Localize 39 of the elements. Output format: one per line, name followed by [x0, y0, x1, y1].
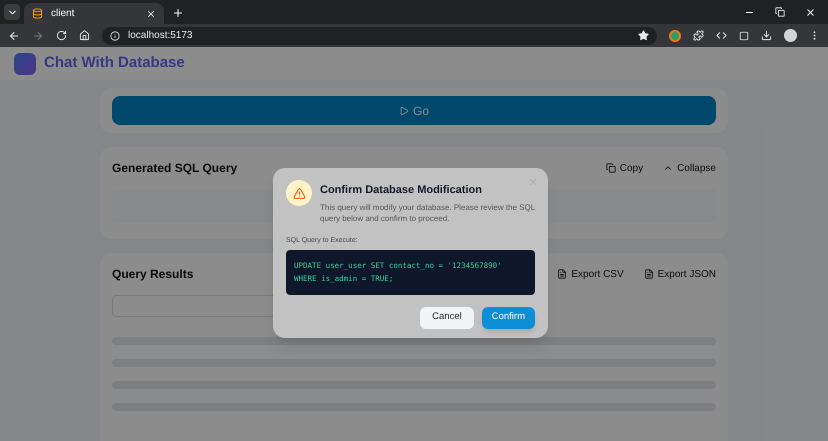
site-info-icon[interactable] [110, 30, 120, 40]
dialog-title: Confirm Database Modification [320, 183, 483, 198]
close-window-icon[interactable] [805, 7, 816, 18]
extension-icon[interactable] [669, 30, 681, 42]
export-csv-button[interactable]: Export CSV [557, 266, 624, 282]
code-icon[interactable] [716, 30, 727, 41]
copy-icon [606, 163, 616, 173]
home-icon[interactable] [79, 30, 90, 41]
file-icon [557, 269, 568, 279]
browser-tab[interactable]: client [24, 3, 164, 24]
restore-icon[interactable] [775, 7, 785, 17]
bookmark-star-icon[interactable] [638, 30, 649, 41]
back-icon[interactable] [8, 30, 20, 42]
reload-icon[interactable] [56, 30, 67, 41]
app-logo-icon [14, 52, 36, 74]
address-bar[interactable]: localhost:5173 [102, 26, 657, 44]
forward-icon[interactable] [32, 30, 44, 42]
download-icon[interactable] [761, 30, 772, 41]
extensions-icon[interactable] [693, 30, 704, 41]
dialog-message: This query will modify your database. Please review the SQL query below and confirm to proceed. [320, 202, 535, 224]
cancel-button[interactable]: Cancel [420, 306, 474, 328]
app-title: Chat With Database [44, 53, 185, 74]
favicon-icon [32, 8, 43, 19]
sql-card-title: Generated SQL Query [112, 160, 238, 177]
file-icon [644, 269, 654, 279]
play-icon [398, 106, 409, 116]
warning-icon [292, 186, 306, 200]
new-tab-icon[interactable] [172, 7, 184, 19]
confirm-button[interactable]: Confirm [482, 306, 535, 328]
tab-title: client [51, 7, 76, 21]
copy-button[interactable]: Copy [606, 160, 644, 176]
screenshot-icon[interactable] [739, 30, 749, 40]
tab-list-button[interactable] [4, 4, 20, 20]
results-card-title: Query Results [112, 266, 194, 283]
collapse-button[interactable]: Collapse [663, 160, 716, 176]
address-text: localhost:5173 [128, 29, 194, 43]
close-tab-icon[interactable] [146, 8, 156, 18]
export-json-button[interactable]: Export JSON [644, 266, 716, 282]
profile-avatar[interactable] [784, 29, 797, 42]
